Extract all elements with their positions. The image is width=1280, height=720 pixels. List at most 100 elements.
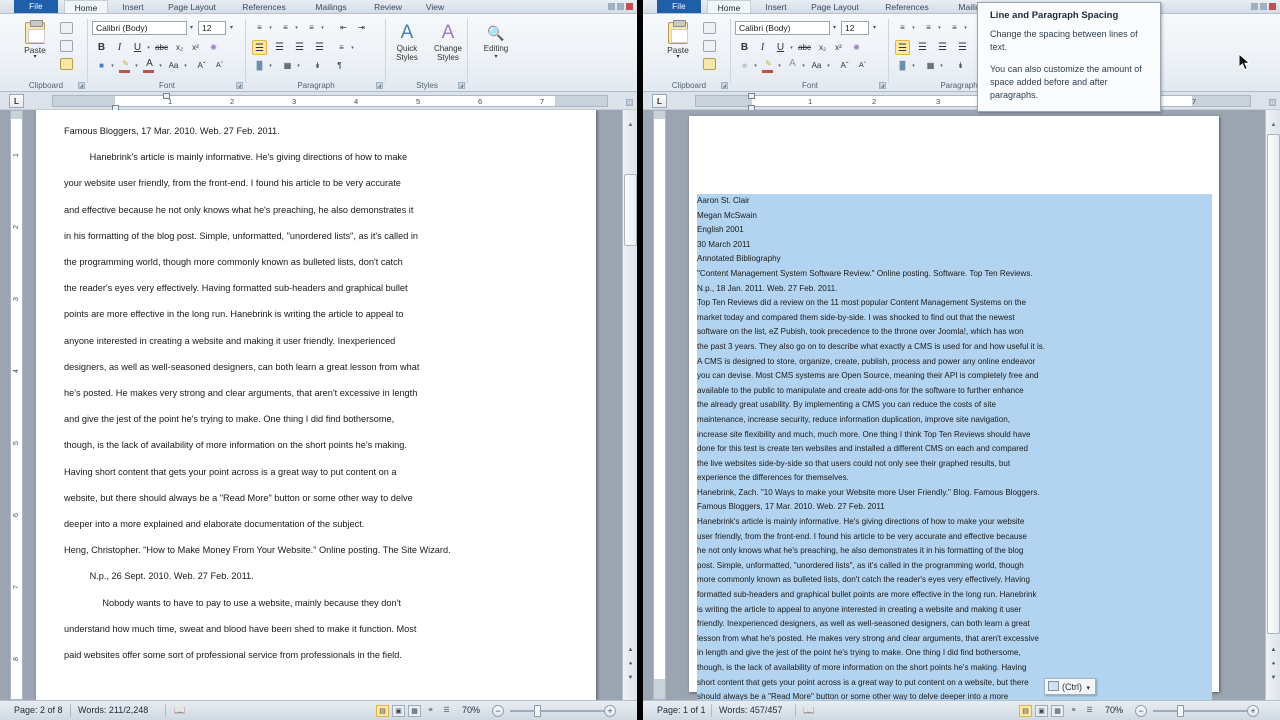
draft-view-button[interactable]: ☰ bbox=[1083, 705, 1096, 717]
cut-icon[interactable] bbox=[703, 22, 716, 34]
bullets-button[interactable]: ≡ bbox=[895, 20, 910, 35]
select-browse-object-icon[interactable]: ● bbox=[626, 661, 635, 670]
shading-button[interactable]: █ bbox=[252, 58, 267, 73]
outline-view-button[interactable]: ≡ bbox=[1067, 705, 1080, 717]
scrollbar-thumb[interactable] bbox=[624, 174, 637, 246]
print-layout-view-button[interactable]: ▤ bbox=[1019, 705, 1032, 717]
full-screen-reading-view-button[interactable]: ▣ bbox=[1035, 705, 1048, 717]
draft-view-button[interactable]: ☰ bbox=[440, 705, 453, 717]
previous-page-icon[interactable]: ▲ bbox=[626, 647, 635, 656]
clipboard-dialog-launcher[interactable]: ◪ bbox=[78, 82, 85, 89]
increase-indent-button[interactable]: ⇥ bbox=[354, 20, 369, 35]
change-styles-button[interactable]: A Change Styles bbox=[428, 22, 468, 62]
font-size-dropdown-icon[interactable]: ▾ bbox=[870, 21, 879, 35]
next-page-icon[interactable]: ▼ bbox=[626, 675, 635, 684]
paste-options-button[interactable]: (Ctrl) ▾ bbox=[1044, 678, 1097, 695]
tab-view[interactable]: View bbox=[416, 0, 454, 13]
grow-font-button[interactable]: Aˇ bbox=[194, 58, 209, 73]
highlight-color-caret-icon[interactable]: ▾ bbox=[133, 58, 140, 73]
bullets-caret-icon[interactable]: ▾ bbox=[910, 20, 917, 35]
print-layout-view-button[interactable]: ▤ bbox=[376, 705, 389, 717]
editing-caret-icon[interactable]: ▾ bbox=[476, 53, 516, 62]
font-dialog-launcher[interactable]: ◪ bbox=[236, 82, 243, 89]
horizontal-ruler[interactable]: 1 2 3 4 5 6 7 bbox=[52, 93, 608, 111]
zoom-slider-track[interactable] bbox=[510, 710, 610, 712]
font-name-input[interactable]: Calibri (Body) bbox=[735, 21, 830, 35]
format-painter-icon[interactable] bbox=[703, 58, 716, 70]
window-controls[interactable] bbox=[605, 0, 635, 13]
copy-icon[interactable] bbox=[60, 40, 73, 52]
numbering-button[interactable]: ≡ bbox=[921, 20, 936, 35]
scrollbar-thumb[interactable] bbox=[1267, 134, 1280, 634]
close-icon[interactable] bbox=[626, 3, 633, 10]
font-size-input[interactable]: 12 bbox=[841, 21, 869, 35]
line-paragraph-spacing-button[interactable]: ≡ bbox=[334, 40, 349, 55]
align-center-button[interactable]: ☰ bbox=[915, 40, 930, 55]
borders-button[interactable]: ▦ bbox=[923, 58, 938, 73]
word-count[interactable]: Words: 211/2,248 bbox=[78, 705, 148, 715]
word-count[interactable]: Words: 457/457 bbox=[719, 705, 782, 715]
underline-caret-icon[interactable]: ▾ bbox=[145, 40, 152, 55]
web-layout-view-button[interactable]: ▦ bbox=[408, 705, 421, 717]
font-color-button[interactable]: A bbox=[785, 56, 800, 71]
page-indicator[interactable]: Page: 1 of 1 bbox=[657, 705, 706, 715]
view-ruler-button[interactable]: ◫ bbox=[1269, 99, 1276, 106]
decrease-indent-button[interactable]: ⇤ bbox=[336, 20, 351, 35]
numbering-caret-icon[interactable]: ▾ bbox=[293, 20, 300, 35]
close-icon[interactable] bbox=[1269, 3, 1276, 10]
tab-insert[interactable]: Insert bbox=[112, 0, 154, 13]
shrink-font-button[interactable]: Aˇ bbox=[855, 58, 870, 73]
multilevel-caret-icon[interactable]: ▾ bbox=[319, 20, 326, 35]
document-page[interactable]: 1 Aaron St. ClairMegan McSwainEnglish 20… bbox=[689, 116, 1219, 700]
outline-view-button[interactable]: ≡ bbox=[424, 705, 437, 717]
shading-caret-icon[interactable]: ▾ bbox=[267, 58, 274, 73]
change-case-button[interactable]: Aa bbox=[166, 58, 181, 73]
zoom-slider-track[interactable] bbox=[1153, 710, 1253, 712]
document-area-right[interactable]: 1 Aaron St. ClairMegan McSwainEnglish 20… bbox=[643, 110, 1280, 700]
next-page-icon[interactable]: ▼ bbox=[1269, 675, 1278, 684]
clear-formatting-button[interactable]: ✺ bbox=[849, 40, 864, 55]
strikethrough-button[interactable]: abc bbox=[797, 40, 812, 55]
font-name-dropdown-icon[interactable]: ▾ bbox=[830, 21, 839, 35]
paste-caret-icon[interactable]: ▾ bbox=[14, 54, 56, 60]
page-indicator[interactable]: Page: 2 of 8 bbox=[14, 705, 63, 715]
tab-stop-selector[interactable]: L bbox=[652, 94, 667, 108]
justify-button[interactable]: ☰ bbox=[955, 40, 970, 55]
superscript-button[interactable]: x² bbox=[188, 40, 203, 55]
shrink-font-button[interactable]: Aˇ bbox=[212, 58, 227, 73]
bold-button[interactable]: B bbox=[94, 40, 109, 55]
highlight-color-caret-icon[interactable]: ▾ bbox=[776, 58, 783, 73]
paste-button[interactable]: Paste ▾ bbox=[657, 20, 699, 78]
document-text-right[interactable]: Aaron St. Clair Megan McSwain English 2001… bbox=[697, 194, 1212, 700]
align-center-button[interactable]: ☰ bbox=[272, 40, 287, 55]
font-color-button[interactable]: A bbox=[142, 56, 157, 71]
borders-button[interactable]: ▦ bbox=[280, 58, 295, 73]
change-case-caret-icon[interactable]: ▾ bbox=[825, 58, 832, 73]
underline-caret-icon[interactable]: ▾ bbox=[788, 40, 795, 55]
font-size-dropdown-icon[interactable]: ▾ bbox=[227, 21, 236, 35]
tab-file[interactable]: File bbox=[657, 0, 701, 13]
text-highlight-marker-icon[interactable]: ✎ bbox=[761, 56, 776, 71]
maximize-icon[interactable] bbox=[1260, 3, 1267, 10]
document-area-left[interactable]: 1 2 3 4 5 6 7 8 Famous Bloggers, 17 Mar.… bbox=[0, 110, 637, 700]
document-page[interactable]: Famous Bloggers, 17 Mar. 2010. Web. 27 F… bbox=[36, 110, 596, 700]
proofing-errors-icon[interactable]: 📖 bbox=[174, 705, 185, 716]
font-name-input[interactable]: Calibri (Body) bbox=[92, 21, 187, 35]
line-spacing-caret-icon[interactable]: ▾ bbox=[349, 40, 356, 55]
first-line-indent-marker[interactable] bbox=[748, 93, 755, 99]
font-size-input[interactable]: 12 bbox=[198, 21, 226, 35]
font-color-caret-icon[interactable]: ▾ bbox=[800, 58, 807, 73]
zoom-out-button[interactable]: − bbox=[1135, 705, 1147, 717]
zoom-out-button[interactable]: − bbox=[492, 705, 504, 717]
maximize-icon[interactable] bbox=[617, 3, 624, 10]
zoom-in-button[interactable]: + bbox=[1247, 705, 1259, 717]
vertical-scrollbar-left[interactable]: ▲ ▲ ● ▼ bbox=[622, 110, 637, 700]
clear-formatting-button[interactable]: ✺ bbox=[206, 40, 221, 55]
cut-icon[interactable] bbox=[60, 22, 73, 34]
justify-button[interactable]: ☰ bbox=[312, 40, 327, 55]
underline-button[interactable]: U bbox=[773, 40, 788, 55]
tab-stop-selector[interactable]: L bbox=[9, 94, 24, 108]
multilevel-list-button[interactable]: ≡ bbox=[947, 20, 962, 35]
styles-dialog-launcher[interactable]: ◪ bbox=[458, 82, 465, 89]
copy-icon[interactable] bbox=[703, 40, 716, 52]
